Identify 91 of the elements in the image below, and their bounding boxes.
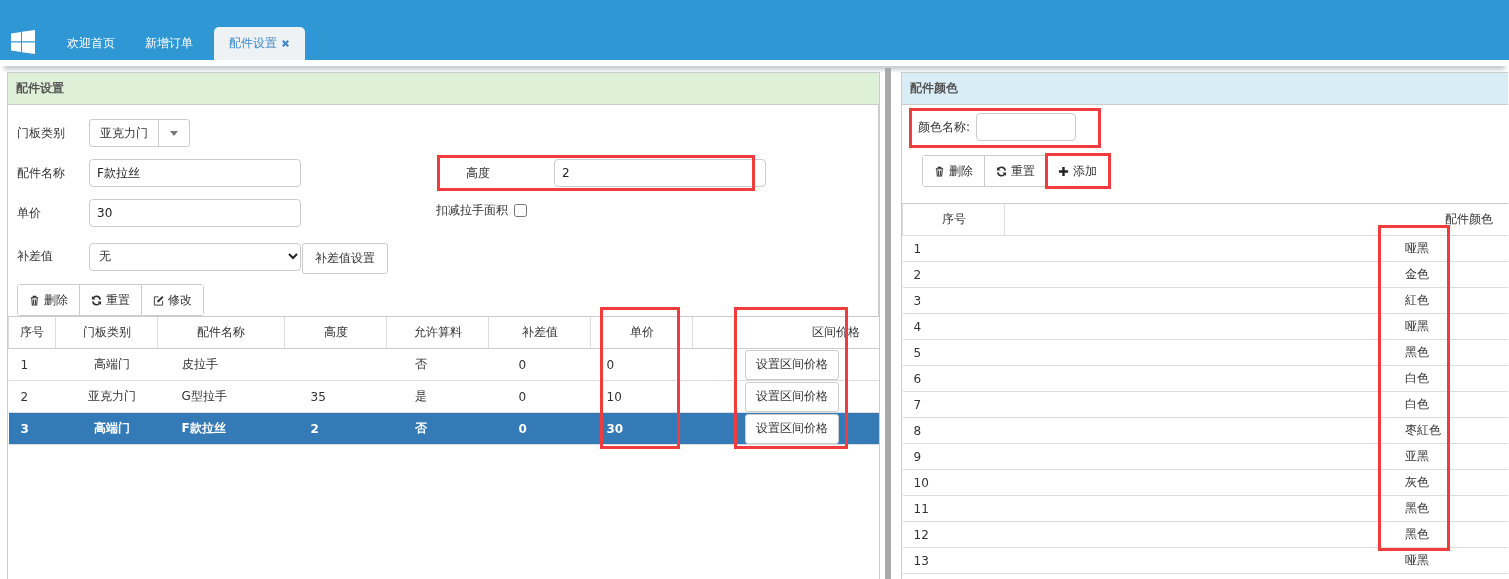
- refresh-icon: [996, 165, 1007, 177]
- column-header: 配件名称: [157, 317, 285, 349]
- tab[interactable]: 配件设置: [214, 27, 305, 60]
- table-cell: 高端门: [55, 412, 158, 445]
- column-header: 配件颜色: [1004, 203, 1508, 236]
- column-header: 门板类别: [55, 317, 158, 349]
- table-cell: 亚黑: [1004, 443, 1508, 470]
- table-cell: 白色: [1004, 365, 1508, 392]
- table-row[interactable]: 1 高端门 皮拉手 否 0 0 设置区间价格: [8, 348, 879, 381]
- column-header: 序号: [902, 203, 1005, 236]
- table-cell: 4: [902, 313, 1005, 340]
- table-cell: 哑黑: [1004, 547, 1508, 574]
- table-cell: 亚克力门: [55, 380, 158, 413]
- column-header: 允许算料: [386, 317, 489, 349]
- trash-icon: [29, 294, 40, 306]
- table-cell: 白色: [1004, 391, 1508, 418]
- splitter-handle[interactable]: [885, 68, 891, 579]
- table-cell: 35: [284, 380, 387, 413]
- table-cell: 黑色: [1004, 495, 1508, 522]
- table-cell: 枣紅色: [1004, 417, 1508, 444]
- column-header: 补差值: [488, 317, 591, 349]
- table-cell: 否: [386, 348, 489, 381]
- edit-icon: [153, 294, 164, 306]
- toolbar-button[interactable]: 添加: [1046, 156, 1108, 186]
- table-cell: 哑黑: [1004, 313, 1508, 340]
- input-field[interactable]: F款拉丝: [89, 159, 301, 187]
- chevron-down-icon: [288, 253, 298, 260]
- table-cell: 否: [386, 412, 489, 445]
- table-cell: 高端门: [55, 348, 158, 381]
- panel-title: 配件设置: [8, 73, 879, 105]
- table-cell: F款拉丝: [157, 412, 285, 445]
- input-field[interactable]: [976, 113, 1077, 141]
- checkbox-label: 扣减拉手面积: [436, 201, 508, 219]
- table-cell: 0: [488, 348, 591, 381]
- field-label: 颜色名称:: [918, 118, 971, 136]
- windows-logo-icon[interactable]: [11, 30, 35, 54]
- table-cell: 1: [8, 348, 56, 381]
- surcharge-settings-button[interactable]: 补差值设置: [302, 243, 388, 274]
- table-cell: 金色: [1004, 261, 1508, 288]
- column-header: 单价: [590, 317, 693, 349]
- dropdown-field[interactable]: 亚克力门: [89, 119, 190, 147]
- set-range-price-button[interactable]: 设置区间价格: [744, 413, 839, 444]
- table-cell: 皮拉手: [157, 348, 285, 381]
- table-cell: 灰色: [1004, 469, 1508, 496]
- table-cell: 7: [902, 391, 1005, 418]
- trash-icon: [934, 165, 945, 177]
- set-range-price-button[interactable]: 设置区间价格: [744, 381, 839, 412]
- field-label: 配件名称: [17, 164, 66, 182]
- table-cell: 黑色: [1004, 339, 1508, 366]
- table-cell: 黑色: [1004, 521, 1508, 548]
- table-cell: 0: [590, 348, 693, 381]
- close-icon[interactable]: [281, 39, 290, 48]
- field-label: 补差值: [17, 248, 54, 265]
- column-header: 高度: [284, 317, 387, 349]
- table-cell: 11: [902, 495, 1005, 522]
- panel-title: 配件颜色: [902, 73, 1508, 105]
- input-field[interactable]: 30: [89, 199, 301, 227]
- refresh-icon: [91, 294, 102, 306]
- table-cell: 2: [902, 261, 1005, 288]
- table-cell: 1: [902, 235, 1005, 262]
- field-label: 门板类别: [17, 124, 66, 142]
- table-cell: 2: [8, 380, 56, 413]
- table-cell: 0: [488, 412, 591, 445]
- table-cell: 12: [902, 521, 1005, 548]
- set-range-price-button[interactable]: 设置区间价格: [744, 349, 839, 380]
- table-row[interactable]: 2 亚克力门 G型拉手 35 是 0 10 设置区间价格: [8, 380, 879, 413]
- field-label: 单价: [17, 204, 42, 222]
- plus-icon: [1058, 165, 1069, 177]
- table-cell: 0: [488, 380, 591, 413]
- checkbox[interactable]: [514, 203, 527, 217]
- table-cell: 3: [902, 287, 1005, 314]
- table-row[interactable]: 3 高端门 F款拉丝 2 否 0 30 设置区间价格: [8, 412, 879, 445]
- table-cell: 6: [902, 365, 1005, 392]
- select-field[interactable]: 无: [89, 242, 301, 271]
- table-cell: 10: [590, 380, 693, 413]
- table-cell: 8: [902, 417, 1005, 444]
- table-cell: 5: [902, 339, 1005, 366]
- toolbar-button[interactable]: 修改: [141, 285, 203, 315]
- table-cell: 2: [284, 412, 387, 445]
- table-cell: 10: [902, 469, 1005, 496]
- table-cell: 是: [386, 380, 489, 413]
- table-cell: G型拉手: [157, 380, 285, 413]
- table-cell: 紅色: [1004, 287, 1508, 314]
- table-cell: 13: [902, 547, 1005, 574]
- table-cell: 9: [902, 443, 1005, 470]
- table-cell: 3: [8, 412, 56, 445]
- caret-icon: [170, 130, 178, 136]
- table-cell: 哑黑: [1004, 235, 1508, 262]
- column-header: 序号: [8, 317, 56, 349]
- input-field[interactable]: 2: [554, 159, 766, 187]
- field-label: 高度: [465, 164, 491, 182]
